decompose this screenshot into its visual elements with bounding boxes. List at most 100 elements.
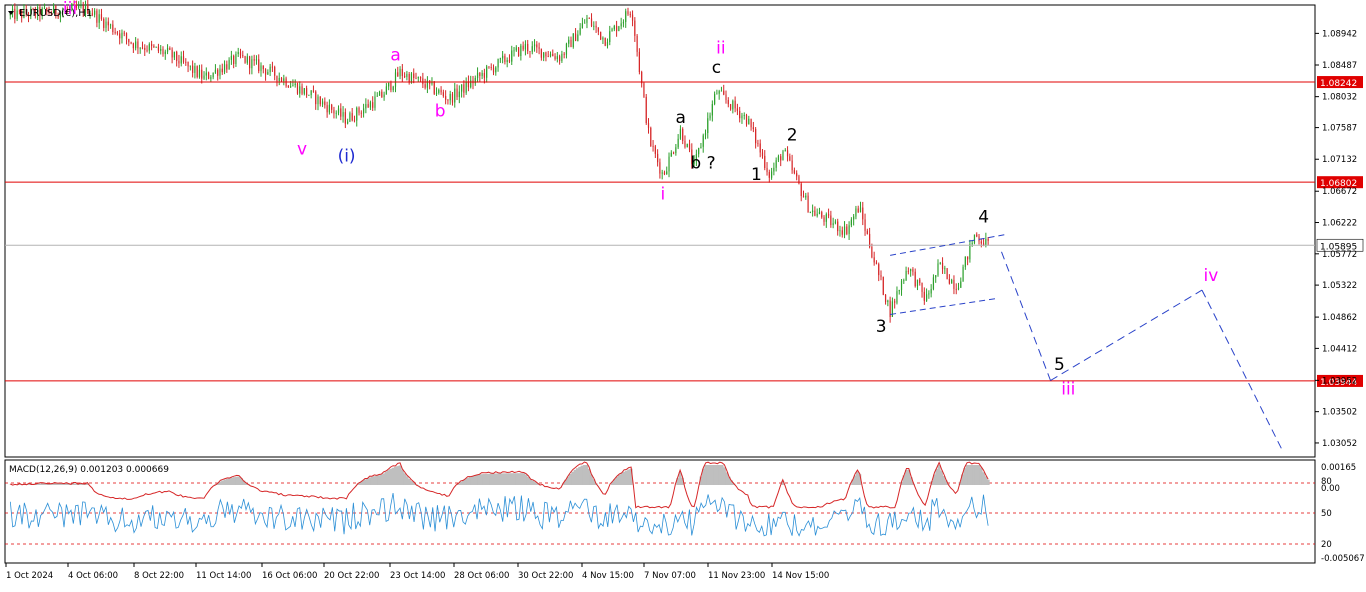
candle-body [337, 108, 340, 113]
candle-body [465, 81, 467, 93]
candle-body [522, 45, 524, 50]
candle-body [855, 208, 857, 217]
x-tick-label: 14 Nov 15:00 [772, 571, 829, 581]
candle-body [654, 146, 656, 154]
y-tick-label: 1.03502 [1322, 408, 1357, 418]
wave-label: (i) [338, 146, 356, 166]
candle-body [536, 44, 538, 48]
candle-body [843, 226, 846, 235]
candle-body [932, 277, 935, 289]
candle-body [80, 5, 82, 7]
candle-body [570, 39, 572, 47]
candle-body [638, 51, 640, 72]
candle-body [483, 72, 485, 78]
candle-body [912, 269, 914, 272]
y-tick-label: 1.04412 [1322, 344, 1357, 354]
candle-body [237, 52, 239, 54]
candle-body [353, 120, 356, 122]
candle-body [791, 160, 793, 171]
candle-body [376, 95, 378, 97]
candle-body [875, 262, 878, 265]
candle-body [287, 86, 289, 88]
candle-body [818, 212, 821, 214]
x-tick-label: 4 Oct 06:00 [68, 571, 118, 581]
candle-body [401, 68, 403, 76]
candle-body [821, 212, 823, 218]
candle-body [928, 293, 930, 295]
y-tick-label: 1.06222 [1322, 219, 1357, 229]
candle-body [109, 24, 112, 26]
candle-body [650, 127, 652, 147]
candle-body [274, 67, 276, 76]
candle-body [495, 67, 497, 73]
candle-body [962, 266, 964, 282]
x-tick-label: 1 Oct 2024 [6, 571, 53, 581]
candle-body [647, 123, 650, 128]
candle-body [880, 275, 882, 277]
candle-body [276, 75, 278, 82]
candle-body [948, 279, 950, 284]
candle-body [442, 92, 444, 97]
candle-body [294, 83, 296, 86]
candle-body [971, 243, 973, 245]
x-tick-label: 4 Nov 15:00 [582, 571, 634, 581]
candle-body [755, 129, 757, 144]
macd-tick-label: 20 [1321, 540, 1332, 550]
candle-body [905, 270, 907, 281]
candle-body [613, 25, 615, 30]
candle-body [164, 51, 166, 55]
candle-body [137, 41, 139, 49]
candle-body [953, 279, 955, 289]
candle-body [112, 24, 114, 33]
candle-body [438, 89, 440, 93]
candle-body [290, 86, 292, 88]
x-tick-label: 20 Oct 22:00 [324, 571, 379, 581]
candle-body [476, 72, 479, 79]
candle-body [306, 88, 308, 96]
candle-body [125, 33, 128, 39]
wave-label: b ? [690, 153, 715, 173]
symbol-label[interactable]: EURUSD(€),H1 [19, 8, 92, 19]
candle-body [957, 287, 960, 290]
chart-svg: iiiabv (i)iicab ?12i345iiiiv 1.082421.068… [0, 0, 1366, 588]
candle-body [814, 210, 816, 216]
candle-body [524, 43, 527, 50]
candle-body [121, 32, 123, 39]
candle-body [326, 105, 328, 113]
candle-body [768, 172, 770, 178]
candle-body [520, 45, 522, 57]
candle-body [367, 104, 369, 108]
candle-body [260, 65, 262, 72]
candle-body [663, 172, 666, 175]
candle-body [839, 230, 841, 232]
candle-body [114, 32, 116, 33]
candle-body [383, 94, 385, 98]
candle-body [554, 56, 556, 60]
candle-body [486, 66, 488, 78]
chart-root: iii a b v (i) ii c a b ? 1 2 i 3 4 5 iii iv 1.08242 1.068… [0, 0, 1366, 588]
candle-body [679, 128, 682, 139]
candle-body [424, 84, 426, 88]
candle-body [499, 58, 501, 60]
candle-body [296, 83, 299, 94]
candle-body [203, 75, 205, 79]
candle-body [796, 173, 798, 177]
candle-body [789, 156, 791, 161]
wave-label: ii [716, 39, 725, 59]
candle-body [609, 31, 611, 43]
y-tick-label: 1.07132 [1322, 155, 1357, 165]
candle-body [732, 100, 734, 110]
candle-body [262, 65, 264, 70]
candle-body [780, 156, 782, 161]
candle-body [964, 256, 966, 267]
candle-body [944, 268, 946, 270]
candle-body [504, 55, 506, 63]
candle-body [508, 60, 511, 62]
candle-body [907, 270, 909, 272]
candle-body [631, 14, 634, 21]
y-tick-label: 1.08032 [1322, 93, 1357, 103]
candle-body [602, 37, 604, 40]
candle-body [96, 10, 98, 23]
candle-body [340, 108, 342, 117]
candle-body [515, 47, 517, 51]
